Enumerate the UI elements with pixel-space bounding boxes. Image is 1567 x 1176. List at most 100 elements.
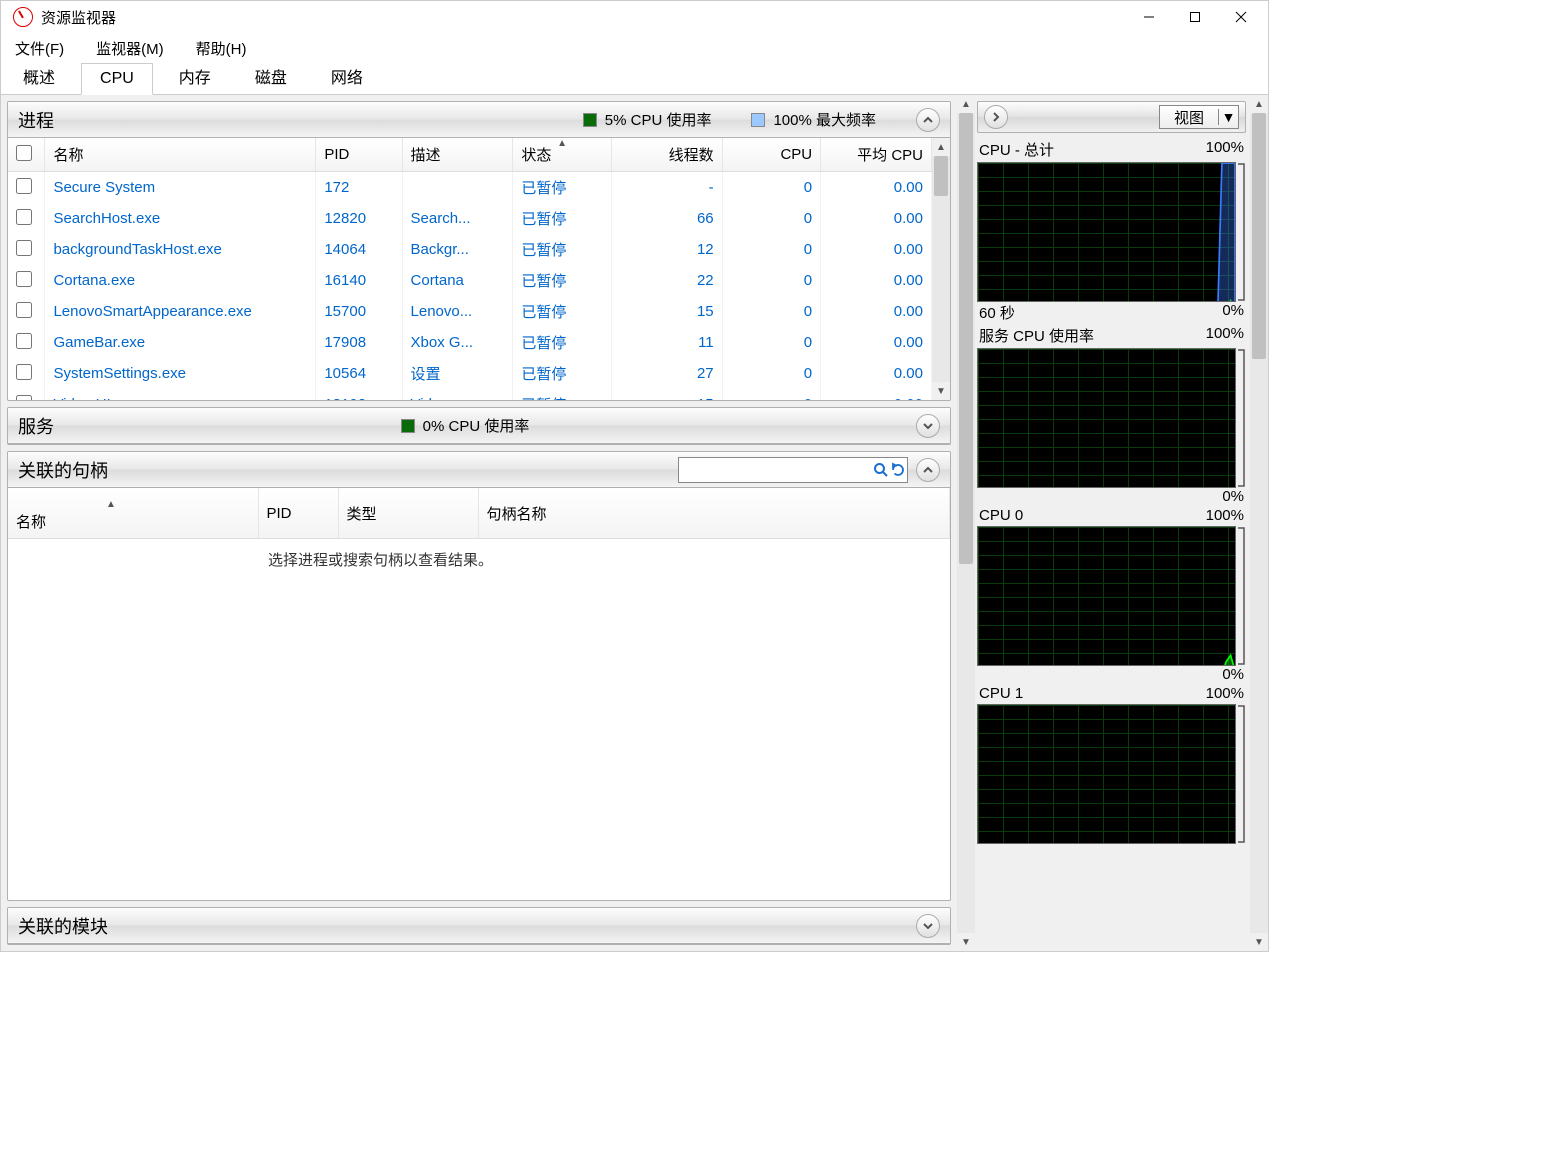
menu-help[interactable]: 帮助(H): [188, 36, 255, 61]
row-checkbox[interactable]: [8, 296, 45, 327]
main-scrollbar[interactable]: ▲ ▼: [957, 95, 975, 951]
search-icon[interactable]: [872, 462, 890, 478]
cell-desc: Cortana: [402, 265, 513, 296]
cell-cpu: 0: [722, 265, 821, 296]
row-checkbox[interactable]: [8, 265, 45, 296]
modules-panel: 关联的模块: [7, 907, 951, 945]
cell-name: Cortana.exe: [45, 265, 316, 296]
cell-status: 已暂停: [513, 203, 612, 234]
minimize-button[interactable]: [1126, 1, 1172, 33]
services-panel: 服务 0% CPU 使用率: [7, 407, 951, 445]
process-row[interactable]: Cortana.exe16140Cortana已暂停2200.00: [8, 265, 932, 296]
scroll-down-icon[interactable]: ▼: [932, 382, 950, 400]
cell-desc: 设置: [402, 358, 513, 389]
process-row[interactable]: SystemSettings.exe10564设置已暂停2700.00: [8, 358, 932, 389]
cell-cpu: 0: [722, 234, 821, 265]
row-checkbox[interactable]: [8, 358, 45, 389]
chart-block: CPU 0100%0%: [977, 505, 1246, 683]
collapse-handles-button[interactable]: [916, 458, 940, 482]
cell-pid: 14064: [316, 234, 402, 265]
cell-avg: 0.00: [821, 172, 932, 204]
process-row[interactable]: backgroundTaskHost.exe14064Backgr...已暂停1…: [8, 234, 932, 265]
scroll-up-icon[interactable]: ▲: [957, 95, 975, 113]
tab-cpu[interactable]: CPU: [81, 63, 153, 95]
process-row[interactable]: LenovoSmartAppearance.exe15700Lenovo...已…: [8, 296, 932, 327]
side-collapse-button[interactable]: [984, 105, 1008, 129]
row-checkbox[interactable]: [8, 327, 45, 358]
cell-threads: 15: [611, 389, 722, 400]
chart-canvas: [977, 348, 1236, 488]
services-header[interactable]: 服务 0% CPU 使用率: [8, 408, 950, 444]
expand-services-button[interactable]: [916, 414, 940, 438]
modules-header[interactable]: 关联的模块: [8, 908, 950, 944]
cell-threads: -: [611, 172, 722, 204]
close-button[interactable]: [1218, 1, 1264, 33]
cpu-usage-label: 5% CPU 使用率: [605, 109, 712, 130]
row-checkbox[interactable]: [8, 203, 45, 234]
tab-network[interactable]: 网络: [313, 58, 381, 94]
cell-name: Video.UI.exe: [45, 389, 316, 400]
process-row[interactable]: SearchHost.exe12820Search...已暂停6600.00: [8, 203, 932, 234]
row-checkbox[interactable]: [8, 389, 45, 400]
titlebar: 资源监视器: [1, 1, 1268, 33]
processes-header[interactable]: 进程 5% CPU 使用率 100% 最大频率: [8, 102, 950, 138]
col-avg-cpu[interactable]: 平均 CPU: [821, 138, 932, 172]
cell-threads: 15: [611, 296, 722, 327]
chart-bracket-icon: [1236, 704, 1246, 844]
chart-top-right: 100%: [1206, 139, 1244, 160]
col-threads[interactable]: 线程数: [611, 138, 722, 172]
handles-col-type[interactable]: 类型: [338, 488, 478, 539]
scroll-up-icon[interactable]: ▲: [932, 138, 950, 156]
refresh-icon[interactable]: [890, 462, 908, 478]
menu-file[interactable]: 文件(F): [7, 36, 72, 61]
process-header-row: 名称 PID 描述 ▲状态 线程数 CPU 平均 CPU: [8, 138, 932, 172]
process-row[interactable]: GameBar.exe17908Xbox G...已暂停1100.00: [8, 327, 932, 358]
row-checkbox[interactable]: [8, 172, 45, 204]
cell-avg: 0.00: [821, 203, 932, 234]
scroll-down-icon[interactable]: ▼: [1250, 933, 1268, 951]
collapse-processes-button[interactable]: [916, 108, 940, 132]
processes-scrollbar[interactable]: ▲ ▼: [932, 138, 950, 400]
select-all-checkbox[interactable]: [8, 138, 45, 172]
menu-monitor[interactable]: 监视器(M): [88, 36, 172, 61]
tab-disk[interactable]: 磁盘: [237, 58, 305, 94]
cell-status: 已暂停: [513, 327, 612, 358]
expand-modules-button[interactable]: [916, 914, 940, 938]
chart-title: CPU 1: [979, 685, 1023, 702]
scroll-down-icon[interactable]: ▼: [957, 933, 975, 951]
process-row[interactable]: Video.UI.exe18192Video ...已暂停1500.00: [8, 389, 932, 400]
side-scrollbar[interactable]: ▲ ▼: [1250, 95, 1268, 951]
col-desc[interactable]: 描述: [402, 138, 513, 172]
cell-avg: 0.00: [821, 296, 932, 327]
tab-overview[interactable]: 概述: [5, 58, 73, 94]
chart-block: CPU 1100%: [977, 683, 1246, 844]
col-cpu[interactable]: CPU: [722, 138, 821, 172]
maximize-button[interactable]: [1172, 1, 1218, 33]
cell-cpu: 0: [722, 389, 821, 400]
row-checkbox[interactable]: [8, 234, 45, 265]
chart-top-right: 100%: [1206, 507, 1244, 524]
cell-cpu: 0: [722, 358, 821, 389]
cell-avg: 0.00: [821, 389, 932, 400]
sort-asc-icon: ▲: [106, 499, 116, 510]
tab-memory[interactable]: 内存: [161, 58, 229, 94]
col-status[interactable]: ▲状态: [513, 138, 612, 172]
cell-desc: Lenovo...: [402, 296, 513, 327]
chart-block: CPU - 总计100%60 秒0%: [977, 137, 1246, 323]
window-title: 资源监视器: [41, 7, 116, 28]
cell-cpu: 0: [722, 172, 821, 204]
process-row[interactable]: Secure System172已暂停-00.00: [8, 172, 932, 204]
view-dropdown[interactable]: 视图 ▼: [1159, 105, 1239, 129]
col-pid[interactable]: PID: [316, 138, 402, 172]
handles-header[interactable]: 关联的句柄: [8, 452, 950, 488]
handles-col-name[interactable]: ▲名称: [8, 488, 258, 539]
app-icon: [13, 7, 33, 27]
services-cpu-label: 0% CPU 使用率: [423, 415, 530, 436]
handles-col-pid[interactable]: PID: [258, 488, 338, 539]
services-title: 服务: [18, 413, 54, 439]
col-name[interactable]: 名称: [45, 138, 316, 172]
handles-col-handle-name[interactable]: 句柄名称: [478, 488, 950, 539]
processes-title: 进程: [18, 107, 54, 133]
handles-search-input[interactable]: [679, 462, 872, 478]
scroll-up-icon[interactable]: ▲: [1250, 95, 1268, 113]
